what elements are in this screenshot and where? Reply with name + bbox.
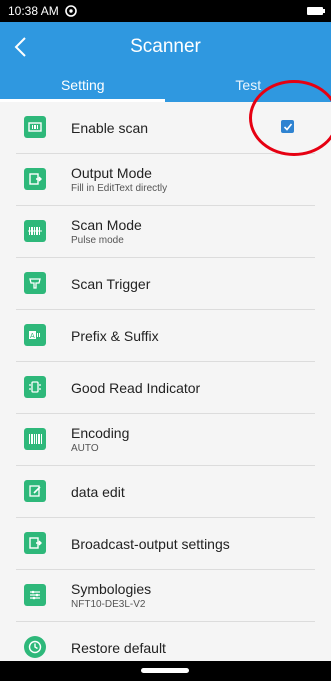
trigger-icon (24, 272, 46, 294)
output-icon (24, 168, 46, 190)
app-bar: Scanner (0, 22, 331, 72)
symbologies-icon (24, 584, 46, 606)
list-item-label: Encoding (71, 425, 130, 441)
list-item-label: Scan Trigger (71, 275, 151, 292)
list-item-prefix-suffix[interactable]: A Prefix & Suffix (0, 310, 331, 361)
list-item-symbologies[interactable]: Symbologies NFT10-DE3L-V2 (0, 570, 331, 621)
battery-icon (307, 7, 325, 15)
list-item-sub: Fill in EditText directly (71, 183, 168, 194)
list-item-good-read-indicator[interactable]: Good Read Indicator (0, 362, 331, 413)
sync-icon (64, 5, 77, 17)
edit-icon (24, 480, 46, 502)
tab-setting-label: Setting (60, 77, 105, 93)
scan-mode-icon (24, 220, 46, 242)
list-item-data-edit[interactable]: data edit (0, 466, 331, 517)
page-title: Scanner (130, 36, 201, 57)
settings-list: Enable scan Output Mode Fill in EditText… (0, 102, 331, 661)
scan-icon (24, 116, 46, 138)
list-item-label: Enable scan (71, 119, 149, 136)
indicator-icon (24, 376, 46, 398)
list-item-label: Good Read Indicator (71, 379, 201, 396)
tab-test-label: Test (235, 77, 262, 93)
broadcast-icon (24, 532, 46, 554)
list-item-label: Prefix & Suffix (71, 327, 159, 344)
list-item-label: Symbologies (71, 581, 152, 597)
navigation-bar (0, 661, 331, 681)
enable-scan-checkbox[interactable] (281, 120, 294, 133)
svg-text:A: A (30, 333, 35, 340)
list-item-label: Restore default (71, 639, 166, 656)
list-item-label: Broadcast-output settings (71, 535, 230, 552)
list-item-label: data edit (71, 483, 125, 500)
list-item-encoding[interactable]: Encoding AUTO (0, 414, 331, 465)
list-item-broadcast-output[interactable]: Broadcast-output settings (0, 518, 331, 569)
status-time: 10:38 AM (8, 4, 59, 18)
tab-setting[interactable]: Setting (0, 72, 166, 102)
tab-test[interactable]: Test (166, 72, 331, 102)
list-item-label: Scan Mode (71, 217, 142, 233)
home-indicator[interactable] (141, 668, 189, 673)
list-item-sub: NFT10-DE3L-V2 (71, 599, 146, 610)
list-item-sub: AUTO (71, 443, 99, 454)
list-item-sub: Pulse mode (71, 235, 124, 246)
tab-bar: Setting Test (0, 72, 331, 102)
check-icon (283, 122, 292, 131)
clock-icon (24, 636, 46, 658)
list-item-enable-scan[interactable]: Enable scan (0, 102, 331, 153)
status-bar: 10:38 AM (0, 0, 331, 22)
list-item-label: Output Mode (71, 165, 152, 181)
list-item-scan-mode[interactable]: Scan Mode Pulse mode (0, 206, 331, 257)
list-item-output-mode[interactable]: Output Mode Fill in EditText directly (0, 154, 331, 205)
barcode-icon (24, 428, 46, 450)
list-item-scan-trigger[interactable]: Scan Trigger (0, 258, 331, 309)
prefix-icon: A (24, 324, 46, 346)
